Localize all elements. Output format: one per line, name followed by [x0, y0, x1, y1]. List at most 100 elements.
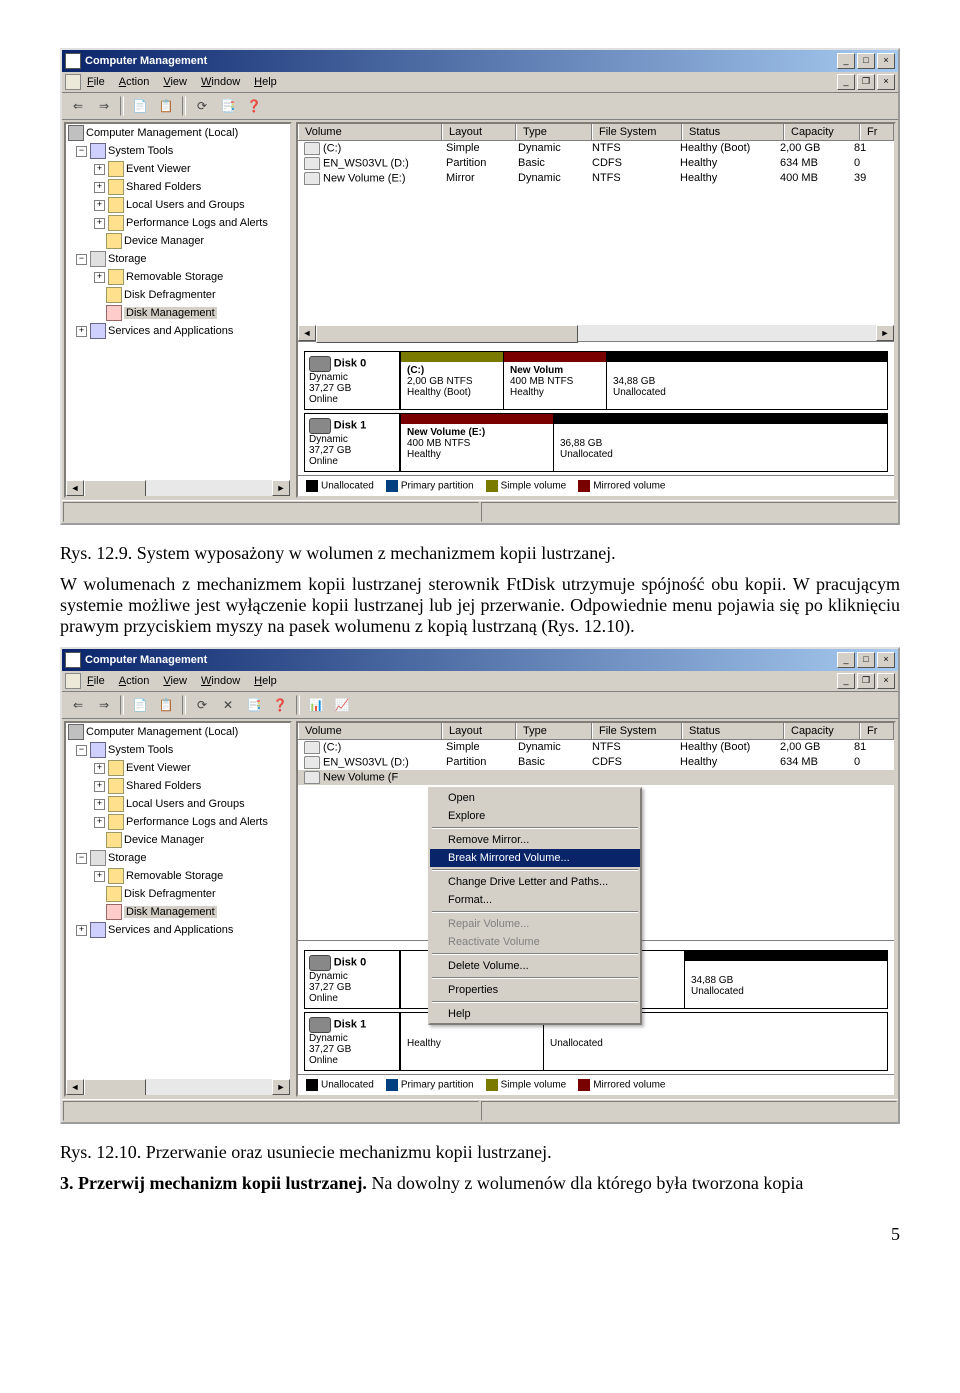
collapse-icon[interactable]: −	[76, 146, 87, 157]
forward-button[interactable]: ⇒	[94, 96, 114, 116]
ctx-delete-volume[interactable]: Delete Volume...	[430, 957, 640, 975]
menu-window[interactable]: Window	[201, 675, 240, 687]
refresh-button[interactable]: ⟳	[192, 695, 212, 715]
close-button[interactable]: ×	[877, 652, 895, 668]
expand-icon[interactable]: +	[76, 326, 87, 337]
tree-disk-management[interactable]: Disk Management	[124, 307, 217, 319]
volume-row[interactable]: (C:) Simple Dynamic NTFS Healthy (Boot) …	[298, 141, 894, 156]
ctx-format[interactable]: Format...	[430, 891, 640, 909]
expand-icon[interactable]: +	[94, 272, 105, 283]
titlebar[interactable]: Computer Management _ □ ×	[62, 50, 898, 72]
list-hscrollbar[interactable]: ◄ ►	[298, 325, 894, 341]
ctx-open[interactable]: Open	[430, 789, 640, 807]
expand-icon[interactable]: +	[94, 218, 105, 229]
col-type[interactable]: Type	[516, 723, 592, 739]
disk-header[interactable]: Disk 1 Dynamic 37,27 GB Online	[305, 1013, 400, 1070]
close-button[interactable]: ×	[877, 53, 895, 69]
tree-removable-storage[interactable]: Removable Storage	[126, 870, 223, 882]
tree-services-apps[interactable]: Services and Applications	[108, 924, 233, 936]
tree-hscrollbar[interactable]: ◄ ►	[66, 480, 290, 496]
settings-button[interactable]: 📑	[218, 96, 238, 116]
tree-device-manager[interactable]: Device Manager	[124, 235, 204, 247]
expand-icon[interactable]: +	[94, 781, 105, 792]
menu-action[interactable]: Action	[119, 76, 150, 88]
tree-performance[interactable]: Performance Logs and Alerts	[126, 217, 268, 229]
expand-icon[interactable]: +	[94, 799, 105, 810]
ctx-help[interactable]: Help	[430, 1005, 640, 1023]
ctx-break-mirrored-volume[interactable]: Break Mirrored Volume...	[430, 849, 640, 867]
extra-button[interactable]: 📊	[306, 695, 326, 715]
menu-view[interactable]: View	[163, 76, 187, 88]
col-free[interactable]: Fr	[860, 124, 894, 140]
scroll-right-icon[interactable]: ►	[272, 480, 290, 496]
tree-device-manager[interactable]: Device Manager	[124, 834, 204, 846]
properties-button[interactable]: 📋	[156, 695, 176, 715]
mdi-restore-button[interactable]: ❐	[857, 673, 875, 689]
up-button[interactable]: 📄	[130, 96, 150, 116]
ctx-explore[interactable]: Explore	[430, 807, 640, 825]
titlebar[interactable]: Computer Management _ □ ×	[62, 649, 898, 671]
volume-row[interactable]: EN_WS03VL (D:) Partition Basic CDFS Heal…	[298, 156, 894, 171]
ctx-change-drive-letter[interactable]: Change Drive Letter and Paths...	[430, 873, 640, 891]
volume-row[interactable]: (C:) Simple Dynamic NTFS Healthy (Boot) …	[298, 740, 894, 755]
tree-event-viewer[interactable]: Event Viewer	[126, 163, 191, 175]
scroll-right-icon[interactable]: ►	[272, 1079, 290, 1095]
tree-shared-folders[interactable]: Shared Folders	[126, 780, 201, 792]
expand-icon[interactable]: +	[94, 182, 105, 193]
volume-row[interactable]: New Volume (E:) Mirror Dynamic NTFS Heal…	[298, 171, 894, 186]
forward-button[interactable]: ⇒	[94, 695, 114, 715]
mdi-restore-button[interactable]: ❐	[857, 74, 875, 90]
volume-row[interactable]: EN_WS03VL (D:) Partition Basic CDFS Heal…	[298, 755, 894, 770]
props2-button[interactable]: 📑	[244, 695, 264, 715]
tree-event-viewer[interactable]: Event Viewer	[126, 762, 191, 774]
tree-pane[interactable]: Computer Management (Local) −System Tool…	[64, 122, 292, 498]
tree-local-users[interactable]: Local Users and Groups	[126, 798, 245, 810]
back-button[interactable]: ⇐	[68, 695, 88, 715]
ctx-remove-mirror[interactable]: Remove Mirror...	[430, 831, 640, 849]
scroll-left-icon[interactable]: ◄	[298, 325, 316, 341]
tree-local-users[interactable]: Local Users and Groups	[126, 199, 245, 211]
collapse-icon[interactable]: −	[76, 254, 87, 265]
up-button[interactable]: 📄	[130, 695, 150, 715]
tree-pane[interactable]: Computer Management (Local) −System Tool…	[64, 721, 292, 1097]
tree-disk-defragmenter[interactable]: Disk Defragmenter	[124, 888, 216, 900]
expand-icon[interactable]: +	[76, 925, 87, 936]
tree-shared-folders[interactable]: Shared Folders	[126, 181, 201, 193]
tree-hscrollbar[interactable]: ◄ ►	[66, 1079, 290, 1095]
mdi-minimize-button[interactable]: _	[837, 673, 855, 689]
volume-row-selected[interactable]: New Volume (F	[298, 770, 894, 785]
col-filesystem[interactable]: File System	[592, 723, 682, 739]
tree-services-apps[interactable]: Services and Applications	[108, 325, 233, 337]
volume-list-header[interactable]: Volume Layout Type File System Status Ca…	[298, 124, 894, 141]
disk-row[interactable]: Disk 0 Dynamic 37,27 GB Online (C:) 2,00…	[304, 351, 888, 410]
expand-icon[interactable]: +	[94, 164, 105, 175]
tree-root[interactable]: Computer Management (Local)	[86, 726, 238, 738]
expand-icon[interactable]: +	[94, 817, 105, 828]
menu-help[interactable]: Help	[254, 675, 277, 687]
maximize-button[interactable]: □	[857, 53, 875, 69]
col-layout[interactable]: Layout	[442, 723, 516, 739]
mdi-minimize-button[interactable]: _	[837, 74, 855, 90]
col-status[interactable]: Status	[682, 124, 784, 140]
unallocated-block[interactable]: 34,88 GB Unallocated	[684, 951, 887, 1008]
menu-file[interactable]: File	[87, 76, 105, 88]
disk-header[interactable]: Disk 0 Dynamic 37,27 GB Online	[305, 352, 400, 409]
delete-button[interactable]: ✕	[218, 695, 238, 715]
menu-view[interactable]: View	[163, 675, 187, 687]
help-button[interactable]: ❓	[270, 695, 290, 715]
collapse-icon[interactable]: −	[76, 745, 87, 756]
minimize-button[interactable]: _	[837, 652, 855, 668]
tree-root[interactable]: Computer Management (Local)	[86, 127, 238, 139]
tree-storage[interactable]: Storage	[108, 852, 147, 864]
disk-header[interactable]: Disk 1 Dynamic 37,27 GB Online	[305, 414, 400, 471]
help-button[interactable]: ❓	[244, 96, 264, 116]
scroll-left-icon[interactable]: ◄	[66, 1079, 84, 1095]
collapse-icon[interactable]: −	[76, 853, 87, 864]
back-button[interactable]: ⇐	[68, 96, 88, 116]
expand-icon[interactable]: +	[94, 871, 105, 882]
unallocated-block[interactable]: 34,88 GB Unallocated	[606, 352, 887, 409]
tree-storage[interactable]: Storage	[108, 253, 147, 265]
tree-disk-management[interactable]: Disk Management	[124, 906, 217, 918]
scroll-right-icon[interactable]: ►	[876, 325, 894, 341]
col-status[interactable]: Status	[682, 723, 784, 739]
